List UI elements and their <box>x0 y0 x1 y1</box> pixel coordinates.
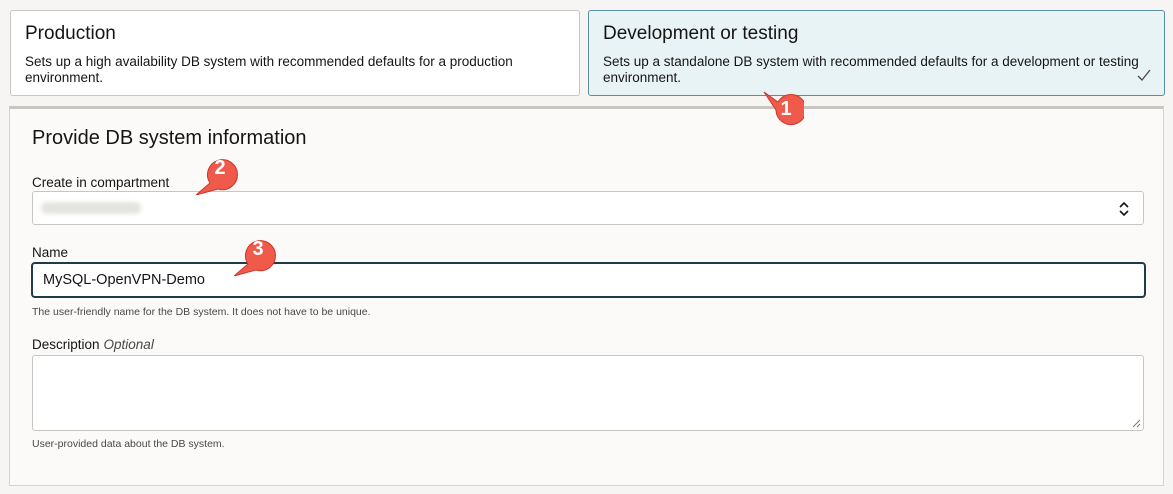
callout-3-number: 3 <box>252 238 264 260</box>
production-description: Sets up a high availability DB system wi… <box>25 54 513 85</box>
resize-grip-icon[interactable] <box>1132 419 1141 428</box>
production-title: Production <box>25 23 116 44</box>
checkmark-icon <box>1137 69 1151 81</box>
select-chevron-icon <box>1119 201 1129 217</box>
development-title: Development or testing <box>603 23 799 44</box>
compartment-value-redacted <box>41 202 141 214</box>
annotation-callout-1: 1 <box>762 90 807 130</box>
callout-1-number: 1 <box>780 98 792 120</box>
name-help-text: The user-friendly name for the DB system… <box>32 306 371 318</box>
compartment-label: Create in compartment <box>32 175 170 190</box>
name-input[interactable] <box>31 262 1146 298</box>
development-option-card[interactable]: Development or testing Sets up a standal… <box>588 10 1165 96</box>
annotation-callout-2: 2 <box>195 155 238 196</box>
optional-tag: Optional <box>103 337 154 352</box>
production-option-card[interactable]: Production Sets up a high availability D… <box>10 10 580 96</box>
annotation-callout-3: 3 <box>233 236 276 277</box>
callout-2-number: 2 <box>214 157 226 179</box>
db-system-info-section: Provide DB system information Create in … <box>9 106 1164 486</box>
development-description: Sets up a standalone DB system with reco… <box>603 54 1139 85</box>
name-label: Name <box>32 245 69 260</box>
description-textarea[interactable] <box>32 355 1144 431</box>
compartment-select[interactable] <box>32 191 1144 225</box>
description-help-text: User-provided data about the DB system. <box>32 438 225 450</box>
description-label: Description Optional <box>32 337 154 352</box>
description-label-text: Description <box>32 337 100 352</box>
section-title: Provide DB system information <box>32 127 307 149</box>
